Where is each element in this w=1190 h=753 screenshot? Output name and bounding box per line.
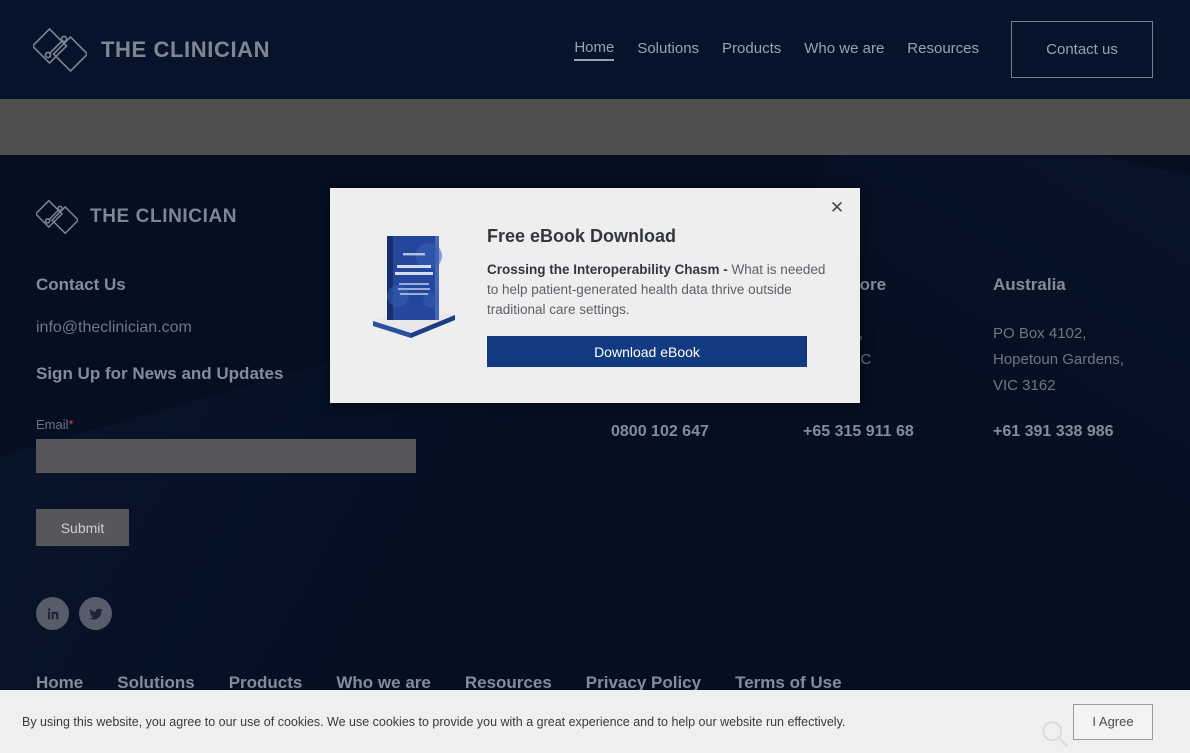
cookie-consent-bar: By using this website, you agree to our …: [0, 690, 1190, 753]
clinician-diamond-logo-icon: [36, 199, 78, 235]
modal-description: Crossing the Interoperability Chasm - Wh…: [487, 260, 832, 320]
linkedin-icon[interactable]: [36, 597, 69, 630]
phone-new-zealand[interactable]: 0800 102 647: [611, 423, 709, 441]
twitter-bird-glyph: [88, 608, 103, 619]
nav-item-who-we-are[interactable]: Who we are: [804, 40, 884, 60]
close-icon[interactable]: ✕: [824, 194, 850, 220]
footer-brand-name: THE CLINICIAN: [90, 206, 238, 227]
modal-description-bold: Crossing the Interoperability Chasm -: [487, 262, 732, 277]
nav-item-home[interactable]: Home: [574, 39, 615, 61]
linkedin-glyph: [47, 607, 58, 619]
download-ebook-button[interactable]: Download eBook: [487, 336, 807, 367]
address-heading: Australia: [993, 275, 1066, 294]
main-nav: Home Solutions Products Who we are Resou…: [574, 21, 1166, 78]
submit-button[interactable]: Submit: [36, 509, 129, 546]
top-navigation-bar: THE CLINICIAN Home Solutions Products Wh…: [0, 0, 1190, 99]
address-line: Hopetoun Gardens,: [993, 351, 1124, 368]
cookie-message: By using this website, you agree to our …: [22, 714, 846, 729]
header-brand[interactable]: THE CLINICIAN: [33, 23, 270, 77]
clinician-diamond-logo-icon: [33, 27, 87, 72]
email-label-text: Email: [36, 417, 69, 432]
address-line: PO Box 4102,: [993, 325, 1087, 342]
email-input[interactable]: [36, 439, 416, 473]
modal-content: Free eBook Download Crossing the Interop…: [330, 188, 860, 367]
required-asterisk: *: [68, 417, 74, 432]
magnifier-icon: [1042, 721, 1068, 747]
email-field-label: Email*: [36, 417, 436, 432]
address-line: VIC 3162: [993, 377, 1056, 394]
ebook-cover-graphic: [373, 236, 455, 338]
modal-title: Free eBook Download: [487, 226, 677, 246]
modal-text-block: Free eBook Download Crossing the Interop…: [487, 222, 832, 367]
nav-item-solutions[interactable]: Solutions: [637, 40, 699, 60]
nav-item-products[interactable]: Products: [722, 40, 781, 60]
ebook-cover-image: [365, 222, 461, 342]
footer-brand[interactable]: THE CLINICIAN: [36, 196, 237, 238]
page-root: THE CLINICIAN Home Solutions Products Wh…: [0, 0, 1190, 753]
contact-us-button[interactable]: Contact us: [1011, 21, 1153, 78]
nav-item-resources[interactable]: Resources: [907, 40, 979, 60]
ebook-download-modal: ✕ Free eBook Download Crossing the Inter…: [330, 188, 860, 403]
content-placeholder-band: [0, 99, 1190, 155]
header-brand-name: THE CLINICIAN: [101, 36, 271, 62]
twitter-icon[interactable]: [79, 597, 112, 630]
phone-singapore[interactable]: +65 315 911 68: [803, 423, 914, 441]
social-links: [36, 597, 112, 630]
phone-australia[interactable]: +61 391 338 986: [993, 423, 1114, 441]
i-agree-button[interactable]: I Agree: [1073, 703, 1153, 740]
address-column-australia: Australia PO Box 4102, Hopetoun Gardens,…: [993, 275, 1183, 399]
newsletter-form: Email* Submit: [36, 417, 436, 546]
